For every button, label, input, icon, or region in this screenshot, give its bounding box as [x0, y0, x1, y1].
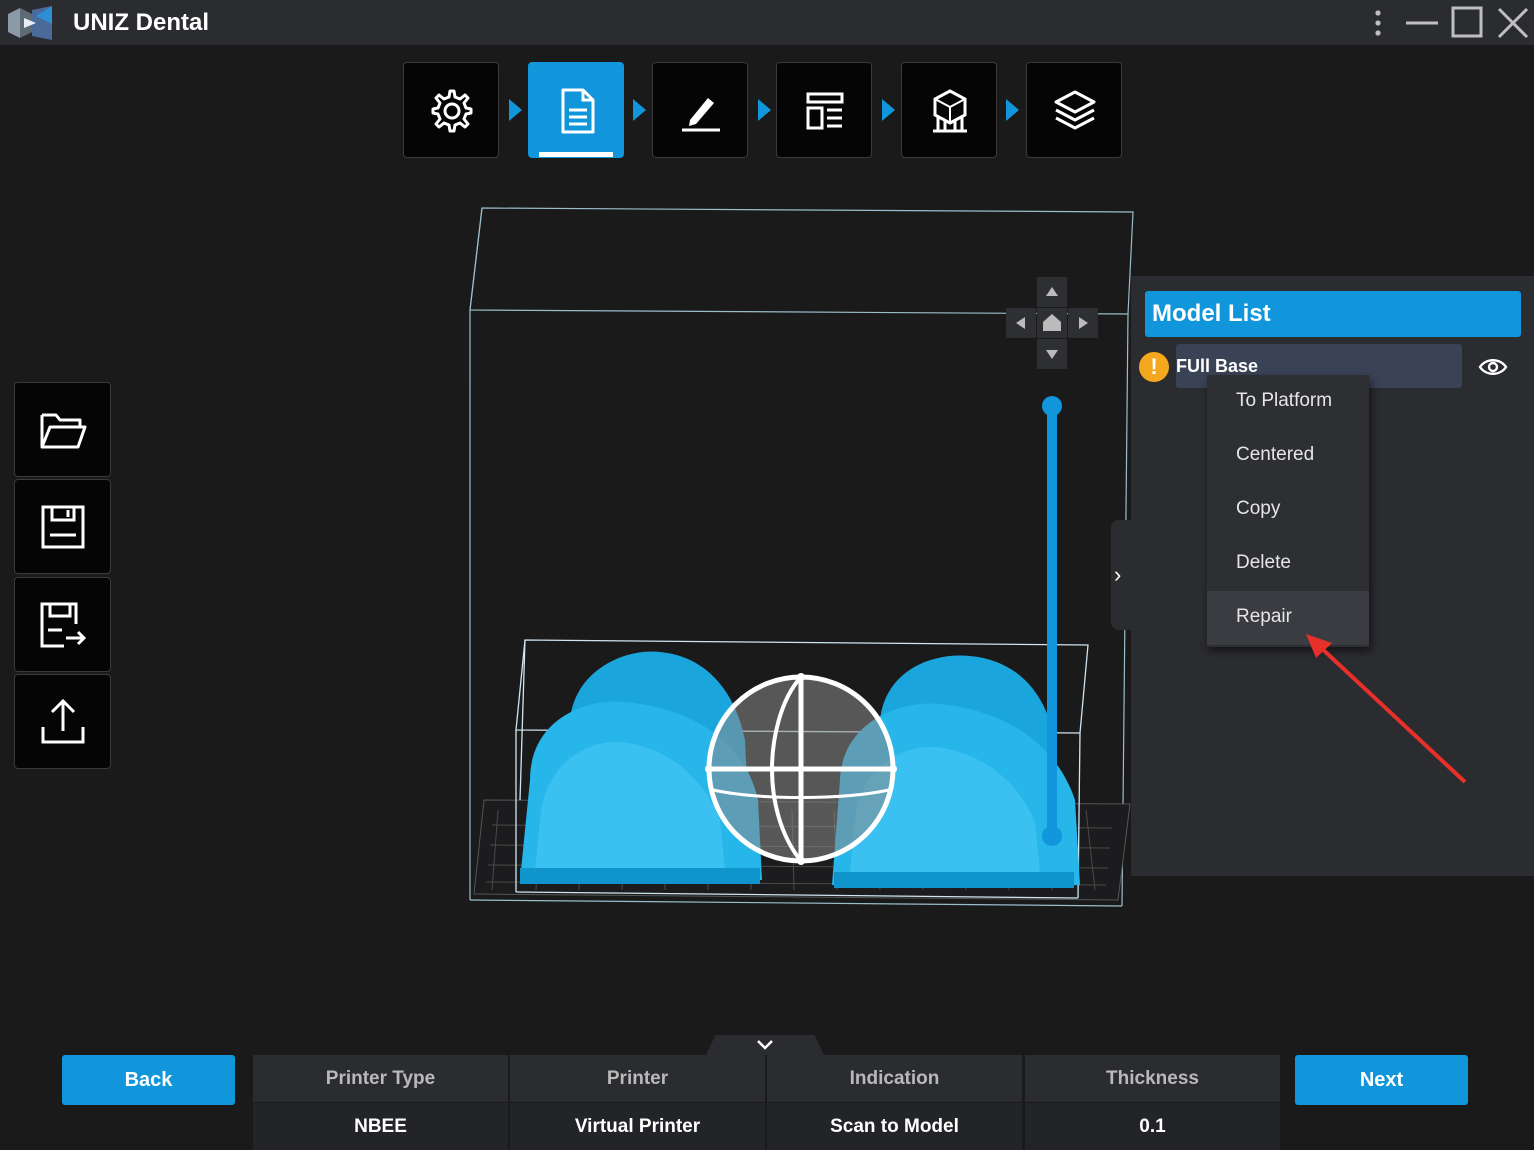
bottom-panel-toggle[interactable] [706, 1035, 824, 1055]
menu-item-repair[interactable]: Repair [1207, 591, 1369, 645]
eye-icon[interactable] [1478, 355, 1508, 379]
info-column-printer: Printer Virtual Printer [510, 1055, 765, 1150]
chevron-down-icon [757, 1040, 773, 1050]
info-column-indication: Indication Scan to Model [767, 1055, 1022, 1150]
back-button[interactable]: Back [62, 1055, 235, 1105]
menu-item-copy[interactable]: Copy [1207, 483, 1369, 537]
next-button[interactable]: Next [1295, 1055, 1468, 1105]
warning-icon[interactable]: ! [1139, 352, 1169, 382]
model-name: FUll Base [1176, 356, 1259, 376]
slider-bottom-handle[interactable] [1042, 826, 1062, 846]
context-menu: To Platform Centered Copy Delete Repair [1207, 375, 1369, 647]
info-column-thickness: Thickness 0.1 [1025, 1055, 1280, 1150]
menu-item-delete[interactable]: Delete [1207, 537, 1369, 591]
print-info-table: Printer Type NBEE Printer Virtual Printe… [253, 1055, 1280, 1150]
menu-item-to-platform[interactable]: To Platform [1207, 375, 1369, 429]
chevron-right-icon: › [1114, 562, 1122, 587]
info-column-printer-type: Printer Type NBEE [253, 1055, 508, 1150]
view-navigation-pad[interactable] [1006, 277, 1098, 369]
slider-top-handle[interactable] [1042, 396, 1062, 416]
panel-collapse-handle[interactable]: › [1111, 520, 1133, 630]
model-list-header: Model List [1145, 291, 1521, 337]
menu-item-centered[interactable]: Centered [1207, 429, 1369, 483]
